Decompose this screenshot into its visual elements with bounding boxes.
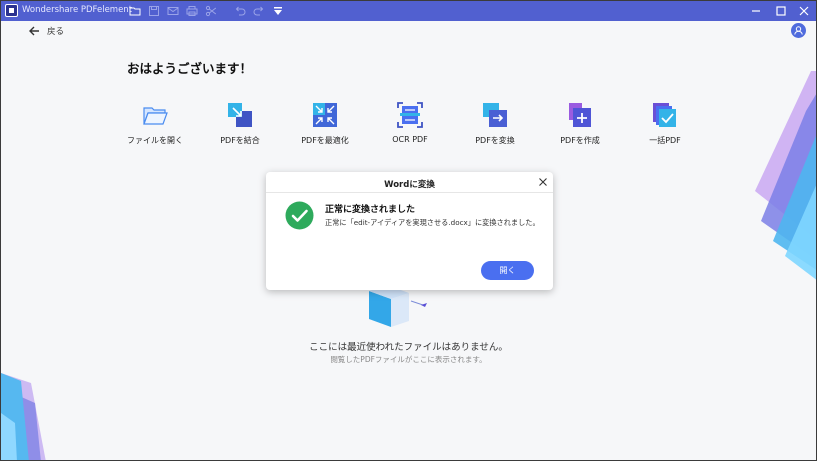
open-button[interactable]: 開く [481, 261, 534, 280]
action-batch-pdf[interactable]: 一括PDF [625, 101, 705, 146]
action-label: OCR PDF [392, 135, 428, 144]
dialog-heading: 正常に変換されました [325, 205, 416, 215]
action-optimize-pdf[interactable]: PDFを最適化 [285, 101, 365, 146]
app-window: Wondershare PDFelement 戻る おはようございます！ ファイ… [0, 0, 817, 461]
folder-icon[interactable] [129, 5, 141, 17]
close-icon[interactable] [797, 4, 811, 18]
ocr-icon [397, 102, 423, 128]
dialog-close-icon[interactable] [538, 177, 548, 187]
action-label: PDFを最適化 [301, 136, 349, 145]
action-convert-pdf[interactable]: PDFを変換 [455, 101, 535, 146]
empty-subtext: 閲覧したPDFファイルがここに表示されます。 [330, 355, 487, 364]
folder-open-icon [143, 107, 168, 125]
action-label: 一括PDF [649, 136, 681, 145]
combine-icon [228, 103, 252, 127]
dialog-title: Wordに変換 [384, 180, 435, 190]
undo-icon[interactable] [234, 5, 246, 17]
user-icon [794, 26, 803, 35]
batch-icon [653, 103, 676, 127]
action-open-file[interactable]: ファイルを開く [115, 101, 195, 146]
app-title: Wondershare PDFelement [22, 5, 133, 15]
action-label: PDFを作成 [560, 136, 600, 145]
action-create-pdf[interactable]: PDFを作成 [540, 101, 620, 146]
title-bar: Wondershare PDFelement [1, 1, 816, 21]
empty-message: ここには最近使われたファイルはありません。 [309, 342, 508, 353]
action-label: ファイルを開く [127, 136, 183, 145]
action-ocr-pdf[interactable]: OCR PDF [370, 101, 450, 144]
decoration-right [755, 71, 816, 280]
minimize-icon[interactable] [749, 4, 763, 18]
action-label: PDFを結合 [220, 136, 260, 145]
cut-icon[interactable] [205, 5, 217, 17]
mail-icon[interactable] [167, 5, 179, 17]
success-check-icon [285, 201, 314, 230]
dropdown-icon[interactable] [272, 5, 284, 17]
decoration-left [1, 373, 46, 460]
compress-icon [313, 103, 337, 127]
action-label: PDFを変換 [475, 136, 515, 145]
greeting: おはようございます！ [127, 61, 253, 76]
arrow-left-icon [29, 26, 39, 36]
action-combine-pdf[interactable]: PDFを結合 [200, 101, 280, 146]
dialog-message: 正常に「edit-アイディアを実現させる.docx」に変換されました。 [325, 218, 540, 227]
maximize-icon[interactable] [774, 4, 788, 18]
convert-success-dialog: Wordに変換 正常に変換されました 正常に「edit-アイディアを実現させる.… [266, 172, 553, 290]
create-icon [569, 103, 591, 127]
print-icon[interactable] [186, 5, 198, 17]
convert-icon [483, 103, 507, 127]
save-icon[interactable] [148, 5, 160, 17]
user-account-button[interactable] [791, 23, 806, 38]
dialog-divider [266, 192, 553, 193]
redo-icon[interactable] [253, 5, 265, 17]
back-label: 戻る [47, 27, 65, 37]
app-logo-icon [5, 4, 18, 17]
back-button[interactable]: 戻る [28, 25, 64, 37]
